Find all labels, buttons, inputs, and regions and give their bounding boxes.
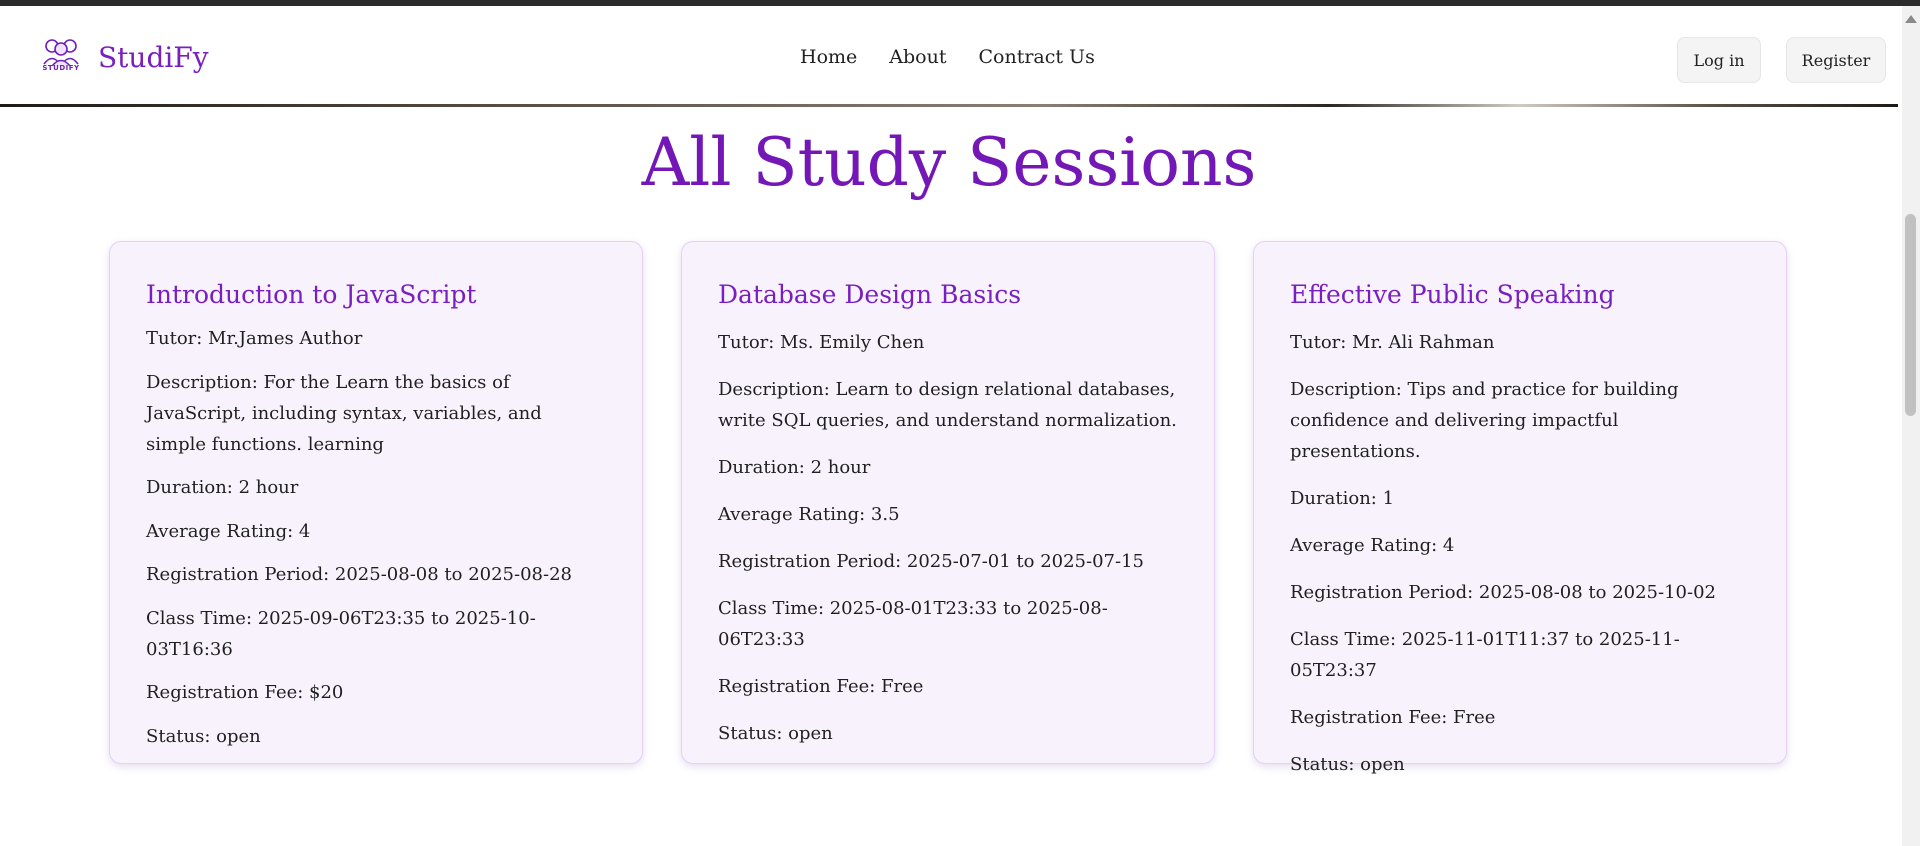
login-button[interactable]: Log in bbox=[1677, 37, 1761, 83]
session-registration-period: Registration Period: 2025-08-08 to 2025-… bbox=[146, 564, 572, 585]
session-class-time: Class Time: 2025-08-01T23:33 to 2025-08-… bbox=[718, 598, 1108, 650]
session-registration-period: Registration Period: 2025-07-01 to 2025-… bbox=[718, 551, 1144, 572]
session-title: Introduction to JavaScript bbox=[146, 280, 477, 309]
scroll-up-icon[interactable] bbox=[1905, 15, 1917, 23]
session-title: Database Design Basics bbox=[718, 280, 1022, 309]
page-title: All Study Sessions bbox=[641, 124, 1257, 201]
session-fee: Registration Fee: $20 bbox=[146, 682, 344, 703]
nav-home-link[interactable]: Home bbox=[800, 46, 857, 68]
session-class-time: Class Time: 2025-09-06T23:35 to 2025-10-… bbox=[146, 607, 536, 660]
students-icon: STUDIFY bbox=[40, 36, 82, 78]
session-description: Description: Tips and practice for build… bbox=[1290, 379, 1679, 462]
session-status: Status: open bbox=[718, 723, 833, 744]
session-tutor: Tutor: Ms. Emily Chen bbox=[718, 332, 925, 353]
session-class-time: Class Time: 2025-11-01T11:37 to 2025-11-… bbox=[1290, 629, 1680, 681]
session-duration: Duration: 2 hour bbox=[718, 457, 871, 478]
session-registration-period: Registration Period: 2025-08-08 to 2025-… bbox=[1290, 582, 1716, 603]
session-description: Description: Learn to design relational … bbox=[718, 379, 1177, 431]
session-description: Description: For the Learn the basics of… bbox=[146, 371, 542, 455]
brand-name: StudiFy bbox=[98, 40, 209, 74]
session-rating: Average Rating: 3.5 bbox=[718, 504, 900, 525]
session-rating: Average Rating: 4 bbox=[1290, 535, 1455, 556]
session-card: Effective Public Speaking Tutor: Mr. Ali… bbox=[1253, 241, 1787, 775]
session-fee: Registration Fee: Free bbox=[1290, 707, 1496, 728]
session-status: Status: open bbox=[1290, 754, 1405, 775]
session-duration: Duration: 2 hour bbox=[146, 477, 299, 498]
session-status: Status: open bbox=[146, 725, 261, 747]
header-banner-strip bbox=[0, 104, 1898, 107]
session-tutor: Tutor: Mr. Ali Rahman bbox=[1290, 332, 1495, 353]
main-nav: Home About Contract Us bbox=[800, 46, 1095, 68]
session-rating: Average Rating: 4 bbox=[146, 520, 311, 542]
nav-about-link[interactable]: About bbox=[889, 46, 946, 68]
nav-contact-link[interactable]: Contract Us bbox=[978, 46, 1094, 68]
scrollbar-thumb[interactable] bbox=[1905, 214, 1916, 416]
navbar: STUDIFY StudiFy Home About Contract Us L… bbox=[0, 6, 1898, 105]
logo-text: STUDIFY bbox=[42, 64, 80, 72]
page-scrollbar[interactable] bbox=[1902, 6, 1920, 846]
session-title: Effective Public Speaking bbox=[1290, 280, 1615, 309]
session-tutor: Tutor: Mr.James Author bbox=[146, 328, 363, 349]
session-duration: Duration: 1 bbox=[1290, 488, 1395, 509]
session-card: Database Design Basics Tutor: Ms. Emily … bbox=[681, 241, 1215, 764]
session-card: Introduction to JavaScript Tutor: Mr.Jam… bbox=[109, 241, 643, 764]
session-fee: Registration Fee: Free bbox=[718, 676, 924, 697]
brand[interactable]: STUDIFY StudiFy bbox=[40, 36, 209, 78]
register-button[interactable]: Register bbox=[1786, 37, 1886, 83]
